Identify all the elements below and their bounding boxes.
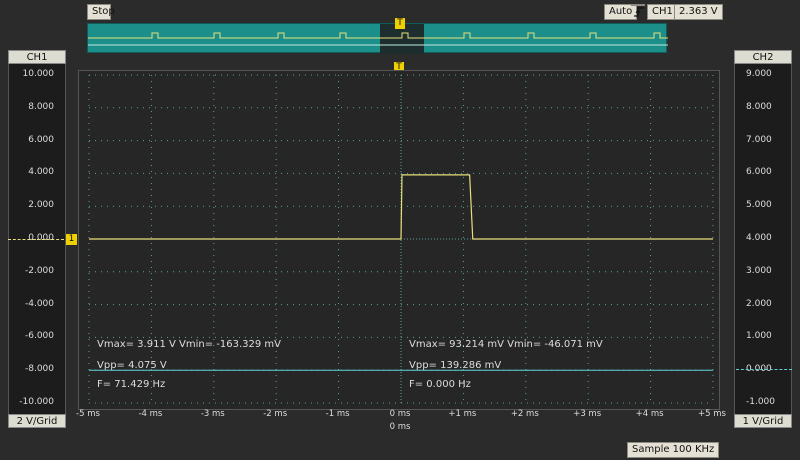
ch2-ground-line bbox=[736, 369, 792, 370]
ch2-tick-2: 7.000 bbox=[746, 134, 772, 145]
ch2-vpp: Vpp= 139.286 mV bbox=[409, 360, 502, 371]
ch1-ground-line bbox=[8, 239, 64, 240]
time-tick-5: 0 ms bbox=[389, 409, 411, 419]
waveform-canvas bbox=[88, 74, 714, 404]
ch2-tick-8: 1.000 bbox=[746, 331, 772, 342]
ch2-tick-5: 4.000 bbox=[746, 233, 772, 243]
ch1-frequency: F= 71.429 Hz bbox=[97, 379, 166, 390]
overview-trigger-marker[interactable]: T bbox=[395, 18, 405, 29]
ch2-tick-10: -1.000 bbox=[746, 397, 776, 407]
ch1-waveform bbox=[89, 174, 713, 240]
ch2-scale-label[interactable]: 1 V/Grid bbox=[734, 414, 792, 428]
stop-button[interactable]: Stop bbox=[87, 4, 115, 20]
ch2-tick-4: 5.000 bbox=[746, 200, 772, 211]
ch1-tick-8: -6.000 bbox=[24, 331, 54, 342]
ch2-tick-0: 9.000 bbox=[746, 69, 772, 79]
ch1-tick-2: 6.000 bbox=[28, 134, 54, 145]
time-tick-0: -5 ms bbox=[76, 409, 100, 419]
ch1-vpp: Vpp= 4.075 V bbox=[97, 360, 167, 371]
ch2-tick-1: 8.000 bbox=[746, 101, 772, 112]
ch1-vmax-vmin: Vmax= 3.911 V Vmin= -163.329 mV bbox=[97, 339, 281, 350]
ch1-tick-1: 8.000 bbox=[28, 101, 54, 112]
ch1-header: CH1 bbox=[8, 50, 66, 64]
ch1-tick-9: -8.000 bbox=[24, 364, 54, 375]
ch2-vmax-vmin: Vmax= 93.214 mV Vmin= -46.071 mV bbox=[409, 339, 603, 350]
ch1-tick-7: -4.000 bbox=[24, 298, 54, 309]
time-tick-6: +1 ms bbox=[448, 409, 477, 419]
ch1-tick-4: 2.000 bbox=[28, 200, 54, 211]
ch2-frequency: F= 0.000 Hz bbox=[409, 379, 471, 390]
ch2-tick-3: 6.000 bbox=[746, 167, 772, 178]
time-tick-4: -1 ms bbox=[325, 409, 350, 419]
rising-edge-icon[interactable] bbox=[631, 4, 645, 17]
waveform-display[interactable]: Vmax= 3.911 V Vmin= -163.329 mV Vpp= 4.0… bbox=[78, 70, 720, 410]
time-center-label: 0 ms bbox=[389, 422, 411, 432]
time-tick-2: -3 ms bbox=[200, 409, 225, 419]
time-tick-8: +3 ms bbox=[573, 409, 602, 419]
time-tick-1: -4 ms bbox=[138, 409, 163, 419]
ch1-ground-marker[interactable]: 1 bbox=[66, 234, 77, 245]
ch2-header: CH2 bbox=[734, 50, 792, 64]
trigger-level-readout[interactable]: 2.363 V bbox=[674, 4, 723, 20]
ch1-tick-6: -2.000 bbox=[24, 265, 54, 276]
sample-rate-label: Sample 100 KHz bbox=[627, 442, 720, 458]
time-tick-10: +5 ms bbox=[698, 409, 726, 419]
ch1-tick-0: 10.000 bbox=[22, 69, 55, 79]
overview-strip[interactable] bbox=[87, 23, 668, 54]
ch1-tick-5: 0.000 bbox=[28, 233, 54, 243]
time-tick-7: +2 ms bbox=[510, 409, 539, 419]
ch1-tick-3: 4.000 bbox=[28, 167, 54, 178]
time-tick-3: -2 ms bbox=[263, 409, 288, 419]
ch1-scale-label[interactable]: 2 V/Grid bbox=[8, 414, 66, 428]
ch2-tick-6: 3.000 bbox=[746, 265, 772, 276]
ch2-tick-7: 2.000 bbox=[746, 298, 772, 309]
ch1-tick-10: -10.000 bbox=[19, 397, 54, 407]
time-tick-9: +4 ms bbox=[635, 409, 664, 419]
overview-waveform bbox=[88, 24, 668, 54]
